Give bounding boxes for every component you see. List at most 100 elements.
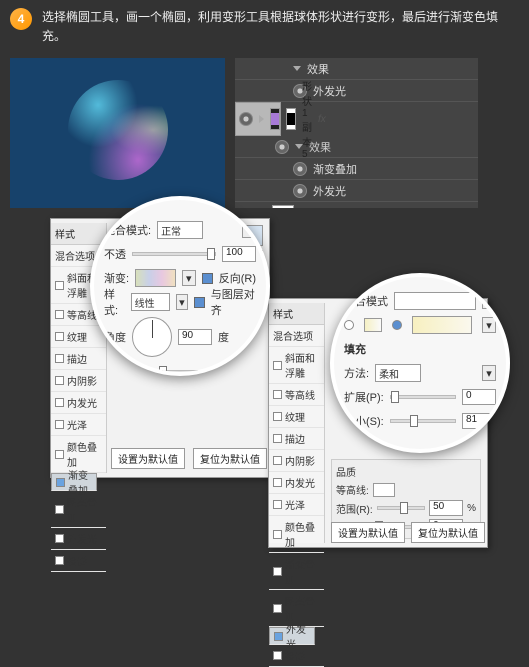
layers-panel[interactable]: 效果 外发光 形状 1 副本 5 fx 效果 渐变叠加 外发光 — [235, 58, 478, 208]
checkbox[interactable] — [55, 556, 64, 565]
layer-mask — [286, 108, 296, 130]
outerglow-label2: 外发光 — [313, 183, 346, 199]
dropdown-icon[interactable]: ▾ — [182, 270, 196, 286]
checkbox[interactable] — [55, 281, 64, 290]
sidebar-item[interactable]: 纹理 — [51, 326, 106, 348]
size-input[interactable]: 81 — [462, 413, 496, 429]
checkbox[interactable] — [273, 412, 282, 421]
sidebar-item[interactable]: 投影 — [269, 645, 324, 667]
reset-default-button[interactable]: 复位为默认值 — [411, 522, 485, 543]
sidebar-item[interactable]: 内发光 — [269, 472, 324, 494]
checkbox[interactable] — [274, 632, 283, 641]
checkbox[interactable] — [273, 500, 282, 509]
zoom-lens-1: 混合模式:正常▾ 不透100 渐变:▾反向(R) 样式:线性▾与图层对齐 角度9… — [90, 196, 270, 376]
layer-outerglow-row2[interactable]: 外发光 — [235, 180, 478, 202]
align-check[interactable] — [194, 297, 205, 308]
radio-color[interactable] — [344, 320, 354, 330]
layer-outerglow-row[interactable]: 外发光 — [235, 80, 478, 102]
sidebar-item[interactable]: 描边 — [269, 428, 324, 450]
spread-slider[interactable] — [390, 395, 456, 399]
sidebar-item[interactable]: 等高线 — [269, 384, 324, 406]
eye-icon[interactable] — [293, 162, 307, 176]
layer-thumb2 — [272, 205, 294, 209]
layer-fx-group[interactable]: 效果 — [235, 136, 478, 158]
spread-label: 扩展(P): — [344, 389, 384, 405]
checkbox[interactable] — [273, 567, 282, 576]
sidebar-item[interactable]: 光泽 — [269, 494, 324, 516]
checkbox[interactable] — [55, 376, 64, 385]
checkbox[interactable] — [273, 604, 282, 613]
sidebar-item-selected[interactable]: 渐变叠加 — [51, 473, 97, 491]
sidebar-item[interactable]: 内阴影 — [51, 370, 106, 392]
eye-icon[interactable] — [239, 112, 253, 126]
style-label: 样式: — [104, 286, 125, 318]
reverse-check[interactable] — [202, 273, 213, 284]
sidebar-item[interactable]: 内阴影 — [269, 450, 324, 472]
dlg2-sidebar: 样式 混合选项 斜面和浮雕 等高线 纹理 描边 内阴影 内发光 光泽 颜色叠加 … — [269, 303, 325, 543]
sidebar-item[interactable]: 内发光 — [51, 392, 106, 414]
layer-row-next[interactable] — [235, 202, 478, 208]
checkbox[interactable] — [273, 434, 282, 443]
dropdown-icon[interactable]: ▾ — [482, 365, 496, 381]
checkbox[interactable] — [55, 398, 64, 407]
reset-default-button[interactable]: 复位为默认值 — [193, 448, 267, 469]
chevron-down-icon — [293, 66, 301, 71]
layer-gradoverlay-row[interactable]: 渐变叠加 — [235, 158, 478, 180]
fx-label: 效果 — [307, 61, 329, 77]
checkbox[interactable] — [56, 478, 65, 487]
set-default-button[interactable]: 设置为默认值 — [111, 448, 185, 469]
checkbox[interactable] — [55, 450, 64, 459]
sidebar-item-selected[interactable]: 外发光 — [269, 627, 315, 645]
opacity-input[interactable]: 100 — [222, 246, 256, 262]
checkbox[interactable] — [273, 651, 282, 660]
sidebar-item[interactable]: 光泽 — [51, 414, 106, 436]
sidebar-item[interactable]: 纹理 — [269, 406, 324, 428]
sidebar-item[interactable]: 渐变叠加 — [269, 553, 324, 590]
checkbox[interactable] — [273, 361, 282, 370]
radio-gradient[interactable] — [392, 320, 402, 330]
layer-effect-row[interactable]: 效果 — [235, 58, 478, 80]
sidebar-item[interactable]: 外发光 — [51, 528, 106, 550]
style-select[interactable]: 线性 — [131, 293, 170, 311]
checkbox[interactable] — [273, 530, 282, 539]
checkbox[interactable] — [55, 354, 64, 363]
spread-input[interactable]: 0 — [462, 389, 496, 405]
dropdown-icon[interactable]: ▾ — [482, 317, 496, 333]
fx-group-label: 效果 — [309, 139, 331, 155]
layer-shape-row[interactable]: 形状 1 副本 5 fx — [235, 102, 281, 136]
method-select[interactable]: 柔和 — [375, 364, 421, 382]
sidebar-item[interactable]: 颜色叠加 — [269, 516, 324, 553]
gradient-bar[interactable] — [135, 269, 176, 287]
color-swatch[interactable] — [364, 318, 382, 332]
checkbox[interactable] — [273, 456, 282, 465]
checkbox[interactable] — [273, 478, 282, 487]
checkbox[interactable] — [55, 420, 64, 429]
fx-icon[interactable]: fx — [318, 114, 326, 125]
eye-icon[interactable] — [275, 140, 289, 154]
mode-select[interactable]: 正常 — [157, 221, 203, 239]
sidebar-item[interactable]: 描边 — [51, 348, 106, 370]
angle-input[interactable]: 90 — [178, 329, 212, 345]
size-slider[interactable] — [390, 419, 456, 423]
sidebar-item[interactable]: 混合选项 — [269, 325, 324, 347]
opacity-slider[interactable] — [132, 252, 216, 256]
checkbox[interactable] — [55, 505, 64, 514]
preview-panel — [10, 58, 225, 208]
angle-dial[interactable] — [132, 317, 172, 357]
dropdown-icon[interactable]: ▾ — [482, 293, 496, 309]
sidebar-item[interactable]: 斜面和浮雕 — [269, 347, 324, 384]
mode-select[interactable] — [394, 292, 476, 310]
dropdown-icon[interactable]: ▾ — [176, 294, 188, 310]
step-instruction: 选择椭圆工具，画一个椭圆，利用变形工具根据球体形状进行变形，最后进行渐变色填充。 — [42, 8, 519, 46]
eye-icon[interactable] — [293, 184, 307, 198]
sidebar-header: 样式 — [269, 303, 324, 325]
checkbox[interactable] — [55, 332, 64, 341]
checkbox[interactable] — [273, 390, 282, 399]
gradient-bar[interactable] — [412, 316, 472, 334]
sidebar-item[interactable]: 图案叠加 — [51, 491, 106, 528]
checkbox[interactable] — [55, 310, 64, 319]
outerglow-label: 外发光 — [313, 83, 346, 99]
set-default-button[interactable]: 设置为默认值 — [331, 522, 405, 543]
sidebar-item[interactable]: 投影 — [51, 550, 106, 572]
checkbox[interactable] — [55, 534, 64, 543]
